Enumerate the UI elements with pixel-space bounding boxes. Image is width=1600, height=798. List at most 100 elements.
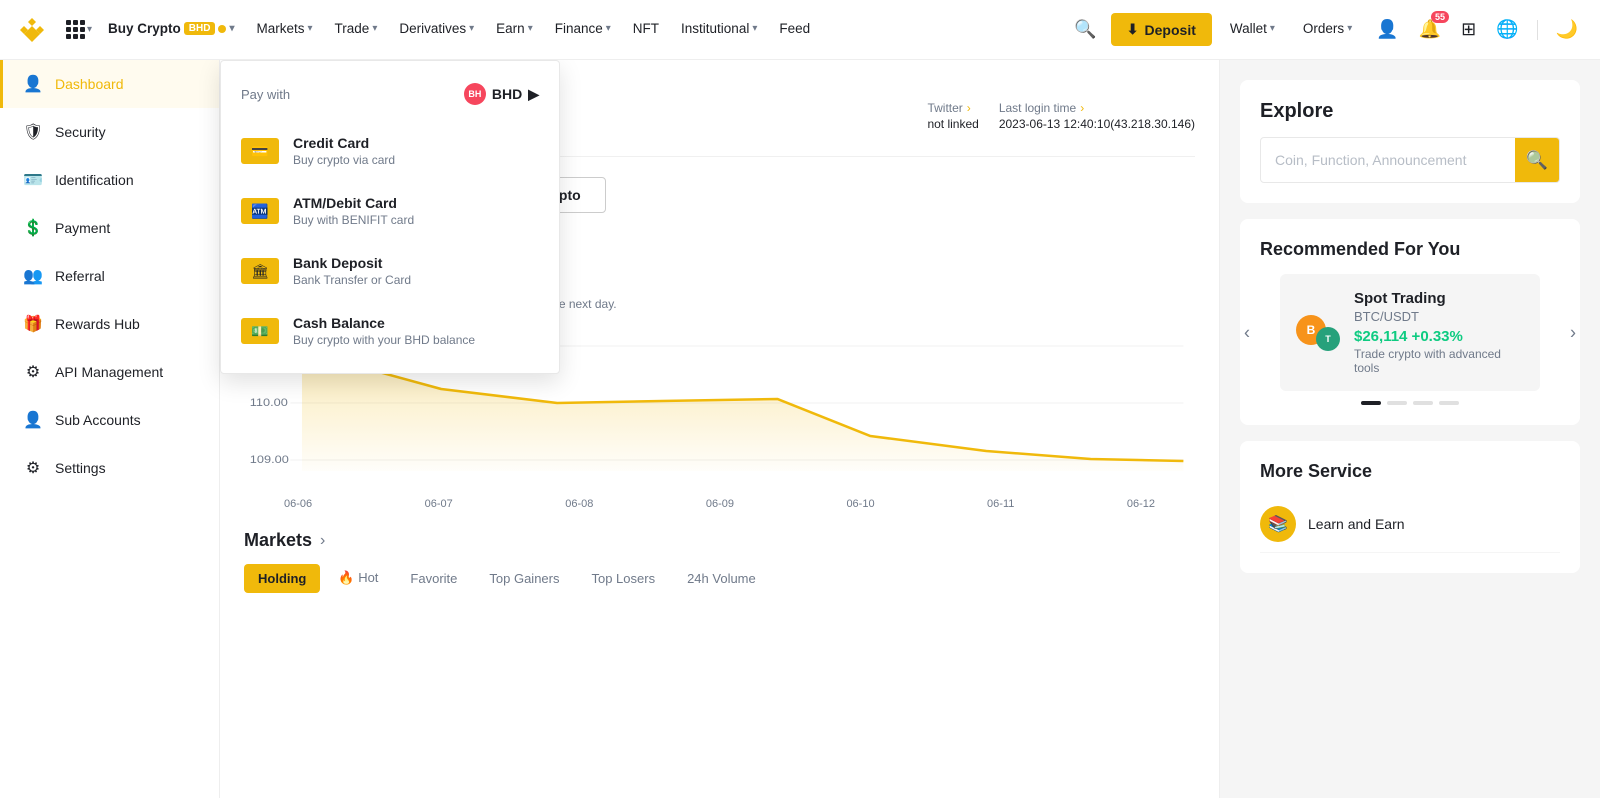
user-meta: Twitter › not linked Last login time › 2… [927,101,1195,131]
market-tab-holding[interactable]: Holding [244,564,320,593]
dropdown-item-text-bank: Bank Deposit Bank Transfer or Card [293,255,411,287]
dropdown-item-cash-balance[interactable]: 💵 Cash Balance Buy crypto with your BHD … [221,301,559,361]
chart-label-4: 06-09 [706,498,734,510]
nav-right: 🔍 ⬇ Deposit Wallet ▾ Orders ▾ 👤 🔔 55 ⊞ 🌐… [1068,0,1584,60]
sidebar-item-identification[interactable]: 🪪 Identification [0,156,219,204]
sidebar-item-payment[interactable]: 💲 Payment [0,204,219,252]
nav-item-wallet[interactable]: Wallet ▾ [1220,0,1285,60]
last-login-meta: Last login time › 2023-06-13 12:40:10(43… [999,101,1195,131]
nav-item-markets[interactable]: Markets ▾ [247,0,323,60]
chevron-down-icon: ▾ [469,23,474,34]
carousel-dot-1 [1361,401,1381,405]
search-button[interactable]: 🔍 [1068,13,1102,46]
notification-badge: 55 [1431,11,1449,23]
more-service-title: More Service [1260,461,1560,482]
dropdown-item-bank-deposit[interactable]: 🏛 Bank Deposit Bank Transfer or Card [221,241,559,301]
carousel-dots [1260,401,1560,405]
dropdown-item-text-cash: Cash Balance Buy crypto with your BHD ba… [293,315,475,347]
nav-items: Buy Crypto BHD ▾ Markets ▾ Trade ▾ Deriv… [98,0,1068,60]
nav-item-earn[interactable]: Earn ▾ [486,0,543,60]
nav-item-finance[interactable]: Finance ▾ [545,0,621,60]
sidebar-label-sub-accounts: Sub Accounts [55,412,141,428]
market-tab-hot[interactable]: 🔥 Hot [324,563,392,593]
markets-header: Markets › [244,530,1195,551]
service-item-learn-earn[interactable]: 📚 Learn and Earn [1260,496,1560,553]
chevron-down-icon: ▾ [229,23,234,34]
atm-subtitle: Buy with BENIFIT card [293,213,414,227]
market-tab-24h-volume[interactable]: 24h Volume [673,564,770,593]
chart-label-1: 06-06 [284,498,312,510]
carousel-dot-4 [1439,401,1459,405]
explore-section: Explore 🔍 [1240,80,1580,203]
chart-label-3: 06-08 [565,498,593,510]
rec-card-price: $26,114 +0.33% [1354,328,1524,345]
theme-button[interactable]: 🌙 [1550,13,1584,46]
sidebar-item-security[interactable]: 🛡 Security [0,108,219,156]
service-label-learn-earn: Learn and Earn [1308,516,1405,532]
sidebar-item-dashboard[interactable]: 👤 Dashboard [0,60,219,108]
nav-item-derivatives[interactable]: Derivatives ▾ [389,0,484,60]
currency-selector[interactable]: BH BHD ▶ [464,83,539,105]
cash-title: Cash Balance [293,315,475,331]
language-button[interactable]: 🌐 [1490,13,1524,46]
deposit-button[interactable]: ⬇ Deposit [1111,13,1212,46]
sidebar-item-referral[interactable]: 👥 Referral [0,252,219,300]
top-navigation: ▾ Buy Crypto BHD ▾ Markets ▾ Trade ▾ Der… [0,0,1600,60]
cash-subtitle: Buy crypto with your BHD balance [293,333,475,347]
pay-with-label: Pay with [241,87,290,102]
atm-title: ATM/Debit Card [293,195,414,211]
market-tab-top-gainers[interactable]: Top Gainers [475,564,573,593]
nav-item-orders[interactable]: Orders ▾ [1293,0,1362,60]
nav-item-feed[interactable]: Feed [769,0,820,60]
twitter-link[interactable]: › [967,101,971,115]
nav-item-nft[interactable]: NFT [623,0,669,60]
atm-debit-icon: 🏧 [241,198,279,224]
bank-subtitle: Bank Transfer or Card [293,273,411,287]
sidebar-label-settings: Settings [55,460,106,476]
svg-text:109.00: 109.00 [250,453,289,466]
deposit-icon: ⬇ [1127,21,1139,38]
nav-item-buy-crypto[interactable]: Buy Crypto BHD ▾ [98,0,244,60]
sidebar-item-sub-accounts[interactable]: 👤 Sub Accounts [0,396,219,444]
rec-card-info: Spot Trading BTC/USDT $26,114 +0.33% Tra… [1354,290,1524,375]
last-login-link[interactable]: › [1080,101,1084,115]
chart-label-6: 06-11 [987,498,1014,510]
nav-item-trade[interactable]: Trade ▾ [325,0,388,60]
bank-deposit-icon: 🏛 [241,258,279,284]
recommended-card: B T Spot Trading BTC/USDT $26,114 +0.33%… [1280,274,1540,391]
nav-item-institutional[interactable]: Institutional ▾ [671,0,767,60]
carousel-prev-button[interactable]: ‹ [1244,322,1250,343]
chevron-down-icon: ▾ [606,23,611,34]
sidebar-item-settings[interactable]: ⚙ Settings [0,444,219,492]
carousel-next-button[interactable]: › [1570,322,1576,343]
sidebar: 👤 Dashboard 🛡 Security 🪪 Identification … [0,60,220,798]
buy-crypto-dropdown: Pay with BH BHD ▶ 💳 Credit Card Buy cryp… [220,60,560,374]
dropdown-item-atm-debit[interactable]: 🏧 ATM/Debit Card Buy with BENIFIT card [221,181,559,241]
scan-button[interactable]: ⊞ [1455,13,1482,46]
referral-icon: 👥 [23,266,43,286]
coin-pair-icon: B T [1296,315,1340,351]
sidebar-label-referral: Referral [55,268,105,284]
dropdown-header: Pay with BH BHD ▶ [221,73,559,121]
learn-earn-icon: 📚 [1260,506,1296,542]
account-button[interactable]: 👤 [1370,13,1404,46]
chevron-down-icon: ▾ [308,23,313,34]
credit-card-subtitle: Buy crypto via card [293,153,395,167]
logo[interactable] [16,14,48,46]
markets-arrow-icon[interactable]: › [320,532,325,550]
explore-search-input[interactable] [1261,142,1515,178]
credit-card-title: Credit Card [293,135,395,151]
grid-menu-button[interactable]: ▾ [60,16,98,43]
sidebar-item-rewards-hub[interactable]: 🎁 Rewards Hub [0,300,219,348]
explore-search-button[interactable]: 🔍 [1515,138,1559,182]
market-tab-favorite[interactable]: Favorite [396,564,471,593]
markets-title: Markets [244,530,312,551]
sidebar-item-api-management[interactable]: ⚙ API Management [0,348,219,396]
twitter-label: Twitter › [927,101,978,115]
dropdown-item-credit-card[interactable]: 💳 Credit Card Buy crypto via card [221,121,559,181]
market-tab-top-losers[interactable]: Top Losers [577,564,669,593]
chevron-down-icon: ▾ [1270,23,1275,34]
api-icon: ⚙ [23,362,43,382]
nav-divider [1537,20,1538,40]
dashboard-icon: 👤 [23,74,43,94]
